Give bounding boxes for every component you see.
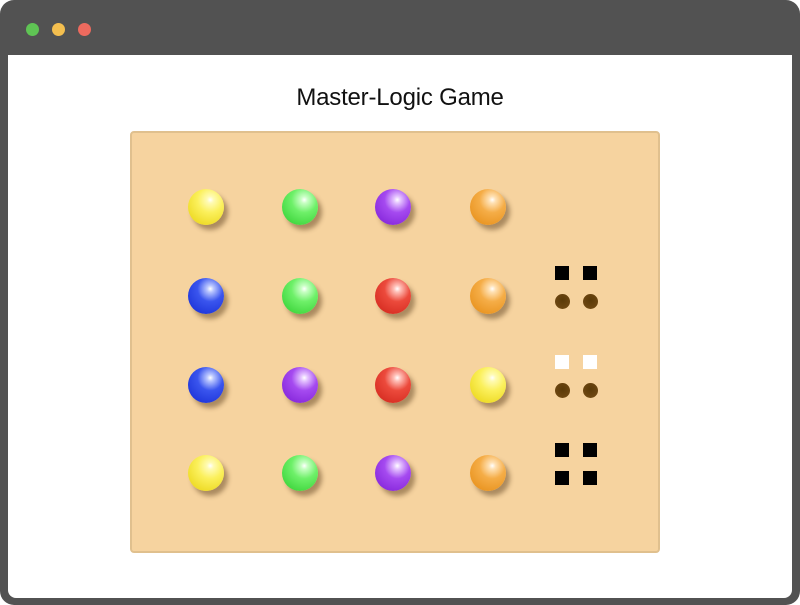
minimize-button[interactable] (52, 23, 65, 36)
peg-purple[interactable] (375, 189, 411, 225)
feedback-black-marker (555, 443, 569, 457)
feedback-pegs (555, 266, 598, 310)
peg-green[interactable] (282, 455, 318, 491)
peg-orange[interactable] (470, 189, 506, 225)
peg-green[interactable] (282, 278, 318, 314)
title-bar (0, 0, 800, 55)
peg-green[interactable] (282, 189, 318, 225)
peg-red[interactable] (375, 278, 411, 314)
peg-yellow[interactable] (470, 367, 506, 403)
peg-blue[interactable] (188, 278, 224, 314)
feedback-white-marker (555, 355, 569, 369)
feedback-pegs (555, 443, 597, 487)
feedback-pegs (555, 355, 598, 399)
close-button[interactable] (78, 23, 91, 36)
feedback-black-marker (555, 471, 569, 485)
peg-yellow[interactable] (188, 189, 224, 225)
browser-window: Master-Logic Game (0, 0, 800, 605)
feedback-black-marker (583, 471, 597, 485)
zoom-button[interactable] (26, 23, 39, 36)
feedback-empty-marker (555, 294, 570, 309)
guess-row (132, 133, 662, 491)
peg-purple[interactable] (282, 367, 318, 403)
peg-orange[interactable] (470, 455, 506, 491)
feedback-black-marker (583, 443, 597, 457)
feedback-black-marker (583, 266, 597, 280)
feedback-empty-marker (583, 294, 598, 309)
peg-purple[interactable] (375, 455, 411, 491)
peg-red[interactable] (375, 367, 411, 403)
feedback-empty-marker (555, 383, 570, 398)
page-content: Master-Logic Game (8, 55, 792, 598)
feedback-empty-marker (583, 383, 598, 398)
peg-blue[interactable] (188, 367, 224, 403)
feedback-black-marker (555, 266, 569, 280)
feedback-white-marker (583, 355, 597, 369)
game-board (130, 131, 660, 553)
page-title: Master-Logic Game (296, 84, 504, 111)
peg-yellow[interactable] (188, 455, 224, 491)
peg-orange[interactable] (470, 278, 506, 314)
